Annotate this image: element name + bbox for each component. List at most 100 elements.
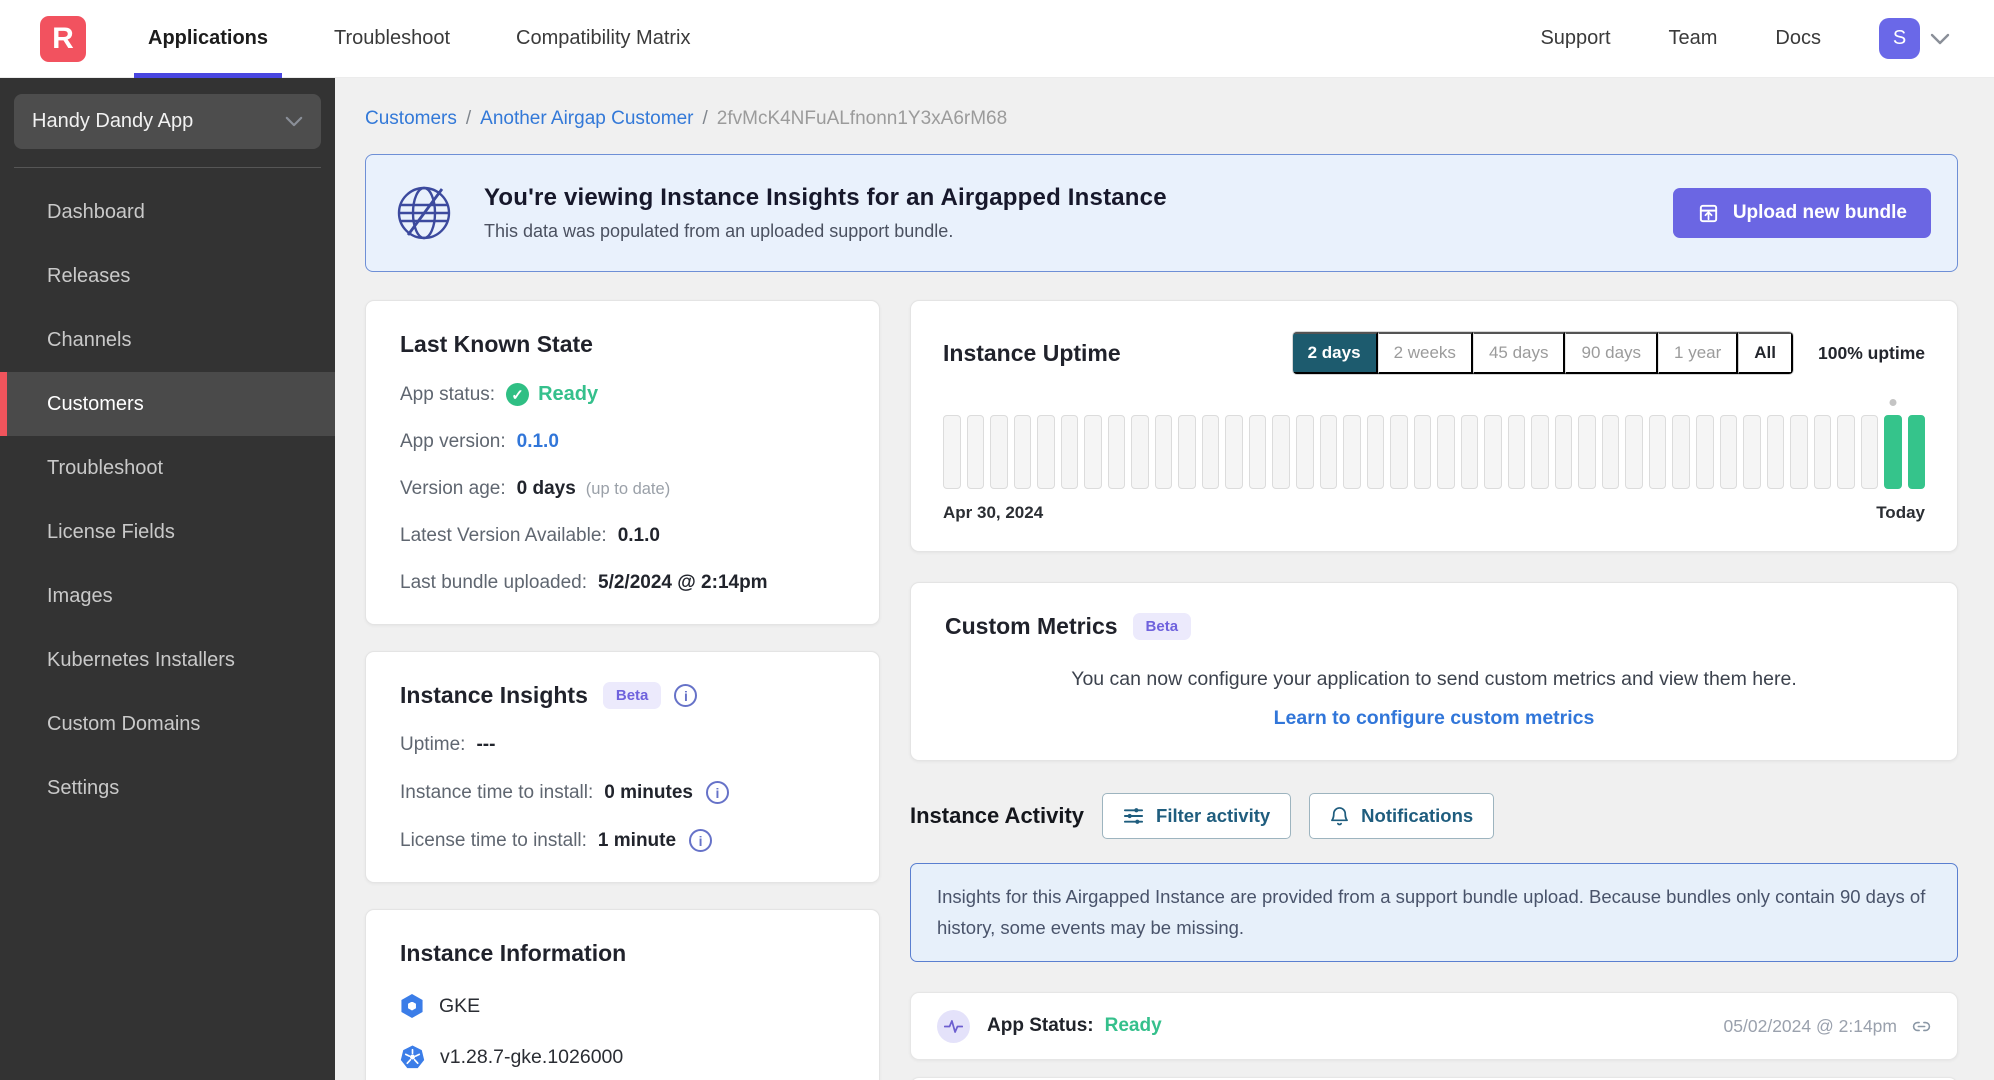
uptime-bar[interactable] <box>1107 415 1126 489</box>
row-label: Last bundle uploaded: <box>400 572 587 593</box>
uptime-bar[interactable] <box>1460 415 1479 489</box>
uptime-bar[interactable] <box>1060 415 1079 489</box>
app-selector-label: Handy Dandy App <box>32 110 194 132</box>
uptime-bar[interactable] <box>1743 415 1761 489</box>
nav-item-docs[interactable]: Docs <box>1775 27 1821 50</box>
uptime-bar[interactable] <box>1813 415 1832 489</box>
info-icon[interactable]: i <box>674 684 698 707</box>
info-icon[interactable]: i <box>689 829 713 852</box>
card-title: Instance Uptime <box>943 339 1121 366</box>
upload-new-bundle-button[interactable]: Upload new bundle <box>1672 188 1931 238</box>
uptime-bar[interactable] <box>1601 415 1620 489</box>
filter-activity-button[interactable]: Filter activity <box>1102 793 1292 839</box>
uptime-bar[interactable] <box>1837 415 1855 489</box>
uptime-bar[interactable] <box>1672 415 1690 489</box>
range-button-all[interactable]: All <box>1738 332 1794 374</box>
range-button-2-weeks[interactable]: 2 weeks <box>1377 332 1473 374</box>
sidebar-item-troubleshoot[interactable]: Troubleshoot <box>0 436 335 500</box>
card-title: Instance Insights <box>400 682 588 708</box>
sidebar-item-releases[interactable]: Releases <box>0 244 335 308</box>
uptime-bar[interactable] <box>990 415 1008 489</box>
row-label: License time to install: <box>400 829 587 851</box>
uptime-bar[interactable] <box>1319 415 1338 489</box>
nav-item-troubleshoot[interactable]: Troubleshoot <box>334 0 450 78</box>
uptime-bar[interactable] <box>1366 415 1385 489</box>
activity-event-row[interactable]: App Status: Ready 05/02/2024 @ 2:14pm <box>910 992 1958 1061</box>
uptime-bar[interactable] <box>1648 415 1667 489</box>
sidebar-item-custom-domains[interactable]: Custom Domains <box>0 692 335 756</box>
uptime-bar[interactable] <box>1225 415 1243 489</box>
uptime-bar[interactable] <box>1484 415 1502 489</box>
uptime-bar[interactable] <box>1719 415 1738 489</box>
uptime-bar[interactable] <box>1507 415 1526 489</box>
sidebar-item-channels[interactable]: Channels <box>0 308 335 372</box>
upload-button-label: Upload new bundle <box>1732 202 1907 223</box>
uptime-bar[interactable] <box>1201 415 1220 489</box>
configure-custom-metrics-link[interactable]: Learn to configure custom metrics <box>1274 707 1595 730</box>
uptime-bar[interactable] <box>1790 415 1808 489</box>
sidebar-item-kubernetes-installers[interactable]: Kubernetes Installers <box>0 628 335 692</box>
nav-item-team[interactable]: Team <box>1669 27 1718 50</box>
event-label: App Status: <box>987 1015 1094 1037</box>
uptime-bar[interactable] <box>1437 415 1455 489</box>
nav-item-applications[interactable]: Applications <box>133 0 283 78</box>
uptime-value: --- <box>476 734 496 755</box>
primary-nav: Applications Troubleshoot Compatibility … <box>133 0 691 78</box>
uptime-bar[interactable] <box>1884 415 1902 489</box>
uptime-bar[interactable] <box>1272 415 1290 489</box>
uptime-bar[interactable] <box>1531 415 1549 489</box>
sidebar-item-images[interactable]: Images <box>0 564 335 628</box>
uptime-bar[interactable] <box>1178 415 1196 489</box>
avatar[interactable]: S <box>1879 18 1920 59</box>
uptime-bar[interactable] <box>1248 415 1267 489</box>
range-button-90-days[interactable]: 90 days <box>1565 332 1659 374</box>
sidebar-item-settings[interactable]: Settings <box>0 756 335 820</box>
replicated-logo[interactable]: R <box>40 15 86 62</box>
uptime-bar[interactable] <box>1696 415 1714 489</box>
sidebar-item-customers[interactable]: Customers <box>0 372 335 436</box>
info-icon[interactable]: i <box>705 781 729 804</box>
breadcrumb-customer-link[interactable]: Another Airgap Customer <box>480 108 693 130</box>
uptime-bar[interactable] <box>1013 415 1032 489</box>
notifications-button[interactable]: Notifications <box>1309 793 1495 839</box>
uptime-bar[interactable] <box>1554 415 1573 489</box>
breadcrumb-customers-link[interactable]: Customers <box>365 108 457 130</box>
uptime-bar[interactable] <box>943 415 961 489</box>
row-label: App version: <box>400 431 506 452</box>
range-button-45-days[interactable]: 45 days <box>1472 332 1566 374</box>
instance-activity-header: Instance Activity Filter activity Notifi… <box>910 793 1958 839</box>
uptime-bar[interactable] <box>966 415 985 489</box>
range-button-2-days[interactable]: 2 days <box>1292 332 1378 374</box>
uptime-bar[interactable] <box>1343 415 1361 489</box>
uptime-bar[interactable] <box>1037 415 1055 489</box>
app-root: R Applications Troubleshoot Compatibilit… <box>0 0 1994 1080</box>
range-button-1-year[interactable]: 1 year <box>1658 332 1739 374</box>
uptime-bar[interactable] <box>1390 415 1408 489</box>
uptime-bar[interactable] <box>1131 415 1149 489</box>
account-menu[interactable]: S <box>1879 18 1950 59</box>
instance-uptime-card: Instance Uptime 2 days 2 weeks 45 days 9… <box>910 300 1958 552</box>
uptime-bar[interactable] <box>1907 415 1926 489</box>
custom-metrics-text: You can now configure your application t… <box>1071 668 1797 690</box>
uptime-bar[interactable] <box>1860 415 1879 489</box>
sidebar-item-license-fields[interactable]: License Fields <box>0 500 335 564</box>
event-timestamp: 05/02/2024 @ 2:14pm <box>1723 1015 1897 1036</box>
uptime-end-label: Today <box>1876 503 1925 522</box>
uptime-bar[interactable] <box>1413 415 1432 489</box>
uptime-bar[interactable] <box>1084 415 1102 489</box>
app-selector-dropdown[interactable]: Handy Dandy App <box>14 94 321 149</box>
instance-insights-card: Instance Insights Beta i Uptime: --- Ins… <box>365 651 880 883</box>
row-label: Instance time to install: <box>400 781 594 803</box>
app-version-link[interactable]: 0.1.0 <box>517 431 559 453</box>
uptime-percentage: 100% uptime <box>1818 342 1925 363</box>
uptime-bar[interactable] <box>1578 415 1596 489</box>
uptime-bar[interactable] <box>1154 415 1173 489</box>
nav-item-support[interactable]: Support <box>1540 27 1610 50</box>
nav-item-compatibility-matrix[interactable]: Compatibility Matrix <box>516 0 690 78</box>
filter-icon <box>1123 808 1144 824</box>
uptime-bar[interactable] <box>1625 415 1643 489</box>
permalink-icon[interactable] <box>1912 1017 1931 1036</box>
uptime-bar[interactable] <box>1295 415 1314 489</box>
sidebar-item-dashboard[interactable]: Dashboard <box>0 180 335 244</box>
uptime-bar[interactable] <box>1766 415 1785 489</box>
